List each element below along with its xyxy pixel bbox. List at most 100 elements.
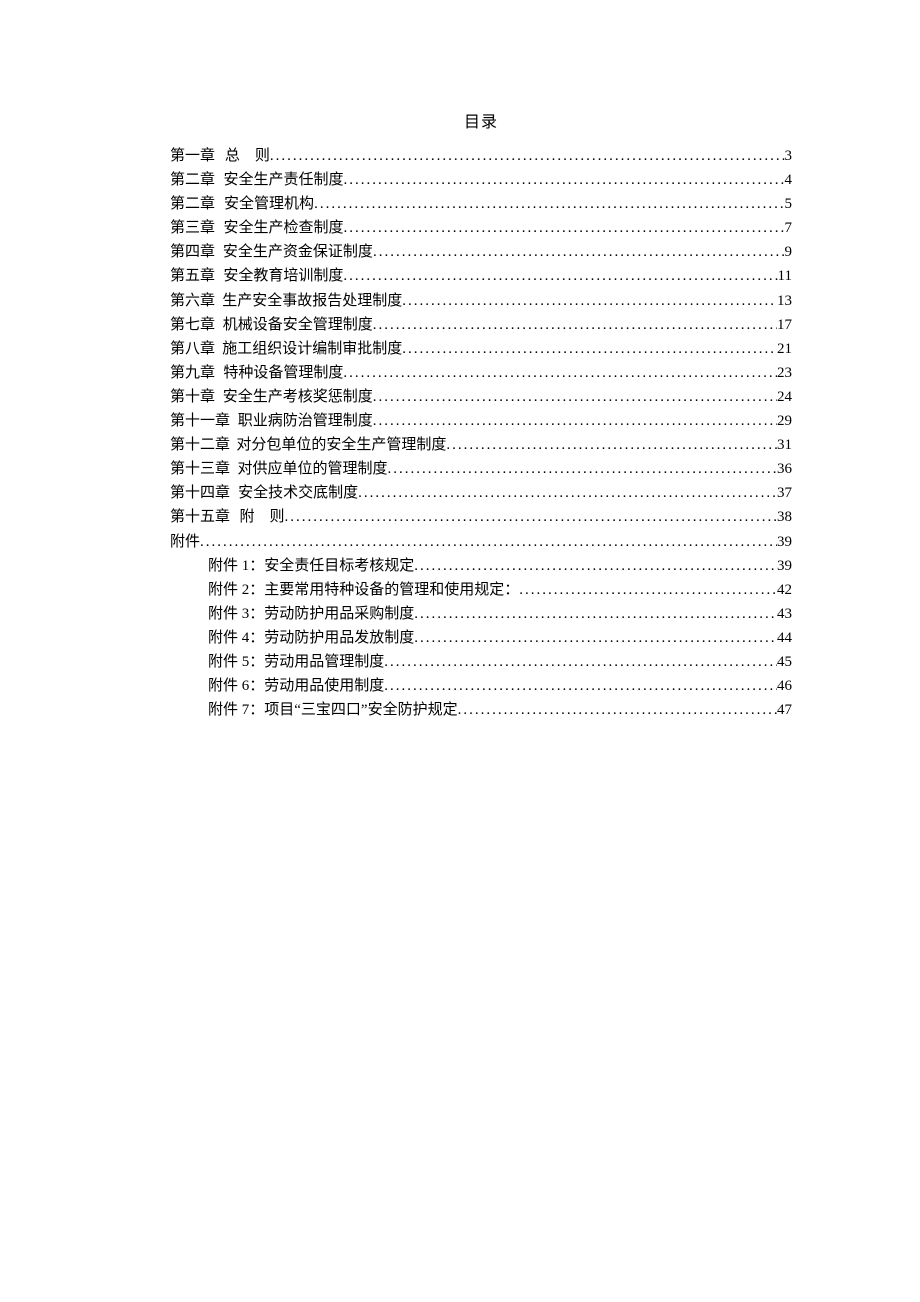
toc-page-number: 39 [777, 530, 792, 554]
toc-entry: 附件 3：劳动防护用品采购制度43 [170, 602, 792, 626]
toc-chapter-title: 安全生产责任制度 [223, 168, 343, 192]
toc-dots [414, 626, 777, 650]
toc-dots [200, 530, 777, 554]
toc-entry: 附件 7：项目“三宝四口”安全防护规定47 [170, 698, 792, 722]
toc-page-number: 39 [777, 554, 792, 578]
toc-page-number: 36 [777, 457, 792, 481]
toc-entry: 第六章生产安全事故报告处理制度13 [170, 289, 792, 313]
toc-entry: 附件 2：主要常用特种设备的管理和使用规定： 42 [170, 578, 792, 602]
toc-chapter-title: 安全技术交底制度 [238, 481, 358, 505]
toc-entry: 第一章总 则3 [170, 144, 792, 168]
toc-chapter-label: 第九章 [170, 361, 215, 385]
toc-chapter-title: 机械设备安全管理制度 [223, 313, 373, 337]
toc-dots [284, 505, 777, 529]
toc-page-number: 24 [777, 385, 792, 409]
toc-entry: 第十章安全生产考核奖惩制度 24 [170, 385, 792, 409]
toc-entry: 第十四章安全技术交底制度 37 [170, 481, 792, 505]
toc-chapter-label: 第十五章 [170, 505, 230, 529]
toc-title: 目录 [170, 108, 792, 132]
toc-page-number: 9 [785, 240, 793, 264]
toc-dots [388, 457, 777, 481]
toc-dots [384, 674, 777, 698]
toc-chapter-label: 第二章 [170, 192, 215, 216]
toc-chapter-title: 安全生产考核奖惩制度 [223, 385, 373, 409]
toc-entry: 第八章施工组织设计编制审批制度 21 [170, 337, 792, 361]
toc-entry: 第三章安全生产检查制度 7 [170, 216, 792, 240]
toc-entry: 第十五章附 则38 [170, 505, 792, 529]
toc-page-number: 37 [777, 481, 792, 505]
toc-dots [373, 385, 777, 409]
toc-chapter-title: 项目“三宝四口”安全防护规定 [264, 698, 457, 722]
toc-page-number: 42 [777, 578, 792, 602]
toc-page-number: 3 [785, 144, 793, 168]
toc-dots [446, 433, 777, 457]
toc-page-number: 31 [777, 433, 792, 457]
toc-chapter-label: 第十章 [170, 385, 215, 409]
toc-page-number: 29 [777, 409, 792, 433]
toc-chapter-label: 第十一章 [170, 409, 230, 433]
toc-entry: 第十一章职业病防治管理制度 29 [170, 409, 792, 433]
toc-page-number: 5 [785, 192, 793, 216]
toc-chapter-label: 第二章 [170, 168, 215, 192]
toc-chapter-title: 特种设备管理制度 [223, 361, 343, 385]
toc-chapter-title: 安全管理机构 [224, 192, 314, 216]
toc-entry: 第二章安全管理机构 5 [170, 192, 792, 216]
toc-dots [458, 698, 777, 722]
toc-page-number: 7 [785, 216, 793, 240]
toc-chapter-label: 第五章 [170, 264, 215, 288]
toc-chapter-label: 第八章 [170, 337, 215, 361]
toc-chapter-label: 附件 [170, 530, 200, 554]
toc-chapter-label: 第十四章 [170, 481, 230, 505]
toc-dots [414, 554, 777, 578]
toc-page-number: 38 [777, 505, 792, 529]
toc-entry: 第九章特种设备管理制度 23 [170, 361, 792, 385]
toc-dots [270, 144, 785, 168]
toc-dots [344, 168, 785, 192]
toc-entry: 第四章安全生产资金保证制度 9 [170, 240, 792, 264]
toc-entry: 第十三章对供应单位的管理制度 36 [170, 457, 792, 481]
toc-chapter-title: 安全生产资金保证制度 [223, 240, 373, 264]
toc-dots [414, 602, 777, 626]
toc-chapter-label: 第一章 [170, 144, 215, 168]
toc-chapter-title: 对供应单位的管理制度 [238, 457, 388, 481]
toc-chapter-title: 安全生产检查制度 [223, 216, 343, 240]
toc-entry: 附件 4：劳动防护用品发放制度44 [170, 626, 792, 650]
toc-page-number: 23 [777, 361, 792, 385]
toc-dots [384, 650, 777, 674]
toc-chapter-title: 施工组织设计编制审批制度 [222, 337, 402, 361]
toc-page-number: 44 [777, 626, 792, 650]
toc-dots [373, 313, 777, 337]
toc-container: 第一章总 则3第二章安全生产责任制度4第二章安全管理机构5第三章安全生产检查制度… [170, 144, 792, 722]
toc-chapter-label: 附件 6： [208, 674, 264, 698]
toc-dots [402, 337, 777, 361]
toc-chapter-title: 职业病防治管理制度 [238, 409, 373, 433]
toc-chapter-label: 第十三章 [170, 457, 230, 481]
toc-page-number: 13 [777, 289, 792, 313]
toc-chapter-label: 第十二章 [170, 433, 230, 457]
toc-dots [314, 192, 784, 216]
toc-chapter-title: 主要常用特种设备的管理和使用规定： [264, 578, 519, 602]
toc-chapter-title: 劳动防护用品发放制度 [264, 626, 414, 650]
toc-chapter-label: 第四章 [170, 240, 215, 264]
toc-entry: 附件 39 [170, 530, 792, 554]
toc-entry: 第二章安全生产责任制度4 [170, 168, 792, 192]
toc-entry: 附件 1：安全责任目标考核规定39 [170, 554, 792, 578]
toc-dots [358, 481, 777, 505]
toc-chapter-title: 劳动防护用品采购制度 [264, 602, 414, 626]
toc-chapter-label: 附件 2： [208, 578, 264, 602]
toc-chapter-title: 劳动用品使用制度 [264, 674, 384, 698]
toc-page-number: 17 [777, 313, 792, 337]
toc-chapter-label: 附件 5： [208, 650, 264, 674]
toc-chapter-label: 第七章 [170, 313, 215, 337]
toc-chapter-title: 安全教育培训制度 [223, 264, 343, 288]
toc-chapter-title: 对分包单位的安全生产管理制度 [236, 433, 446, 457]
toc-dots [373, 409, 777, 433]
toc-chapter-label: 第三章 [170, 216, 215, 240]
toc-page-number: 45 [777, 650, 792, 674]
toc-dots [402, 289, 777, 313]
toc-chapter-title: 安全责任目标考核规定 [264, 554, 414, 578]
toc-page-number: 21 [777, 337, 792, 361]
toc-chapter-title: 劳动用品管理制度 [264, 650, 384, 674]
toc-dots [343, 264, 777, 288]
toc-page-number: 43 [777, 602, 792, 626]
